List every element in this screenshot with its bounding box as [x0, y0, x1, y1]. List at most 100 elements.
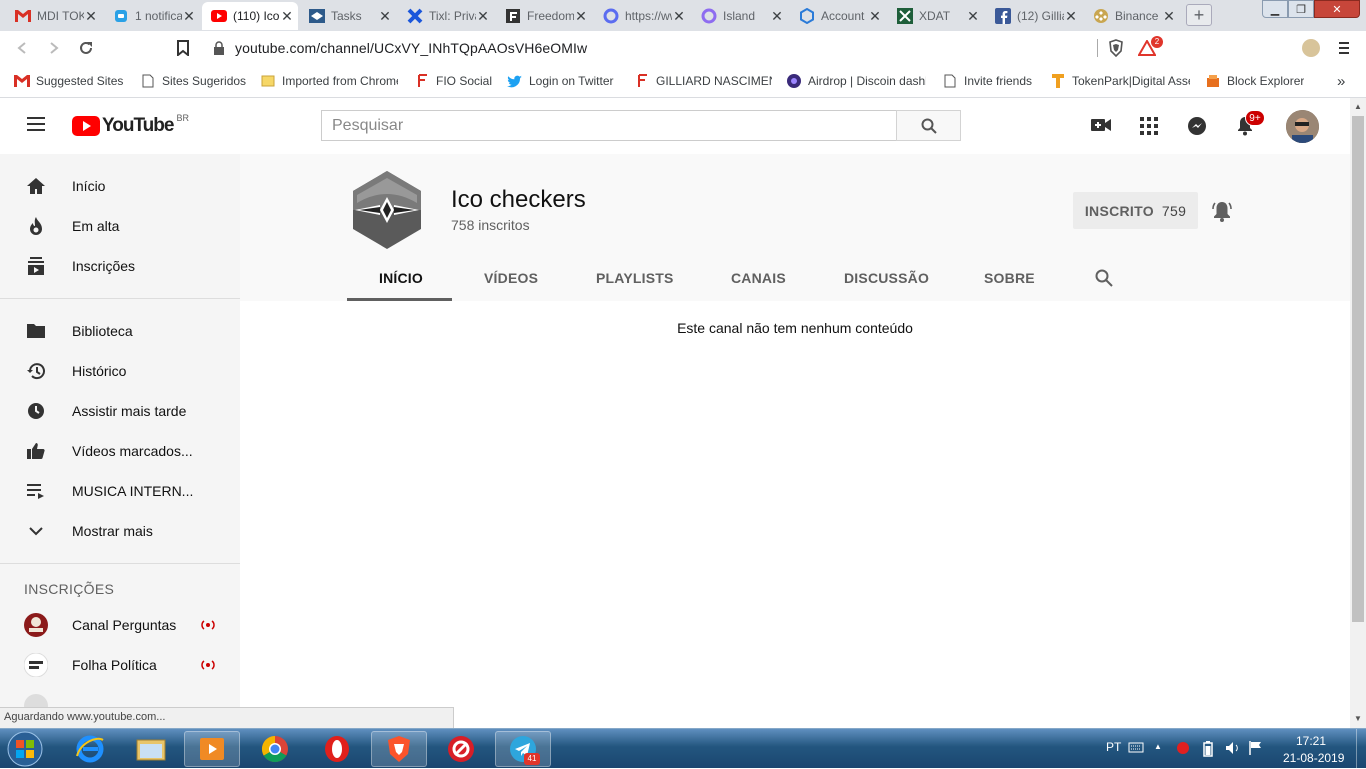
bookmark-item[interactable]: GILLIARD NASCIMENTO	[634, 71, 772, 91]
search-input[interactable]: Pesquisar	[321, 110, 897, 141]
tab-discussion[interactable]: DISCUSSÃO	[844, 270, 929, 286]
volume-icon[interactable]	[1225, 741, 1241, 755]
telegram-taskbar-button[interactable]	[495, 731, 551, 767]
browser-tab-active[interactable]: (110) Ico checkers✕	[202, 2, 298, 30]
record-icon[interactable]	[1176, 741, 1190, 755]
menu-kebab-icon[interactable]	[1335, 39, 1353, 57]
action-center-flag-icon[interactable]	[1248, 740, 1262, 756]
close-tab-icon[interactable]: ✕	[476, 8, 490, 25]
brave-taskbar-button[interactable]	[371, 731, 427, 767]
tab-playlists[interactable]: PLAYLISTS	[596, 270, 674, 286]
battery-icon[interactable]	[1202, 741, 1214, 757]
tab-home[interactable]: INÍCIO	[379, 270, 423, 286]
bookmark-item[interactable]: Login on Twitter	[507, 71, 614, 91]
close-tab-icon[interactable]: ✕	[770, 8, 784, 25]
create-video-icon[interactable]	[1091, 117, 1111, 133]
browser-tab[interactable]: Tixl: Private✕	[398, 2, 494, 30]
bookmark-item[interactable]: Airdrop | Discoin dashboard	[786, 71, 926, 91]
browser-tab[interactable]: https://www✕	[594, 2, 690, 30]
close-tab-icon[interactable]: ✕	[868, 8, 882, 25]
sidebar-item-history[interactable]: Histórico	[0, 351, 240, 391]
close-tab-icon[interactable]: ✕	[672, 8, 686, 25]
bookmark-icon[interactable]	[174, 39, 192, 57]
brave-shield-icon[interactable]	[1107, 39, 1125, 57]
bookmark-item[interactable]: Suggested Sites	[14, 71, 123, 91]
start-button[interactable]	[4, 731, 46, 767]
notification-bell-icon[interactable]	[1212, 200, 1232, 222]
bookmark-item[interactable]: FIO Social	[414, 71, 492, 91]
new-tab-button[interactable]: +	[1186, 4, 1212, 26]
browser-tab[interactable]: Tasks ✕	[300, 2, 396, 30]
apps-grid-icon[interactable]	[1140, 117, 1158, 135]
sidebar-item-watch-later[interactable]: Assistir mais tarde	[0, 391, 240, 431]
close-tab-icon[interactable]: ✕	[1162, 8, 1176, 25]
bookmark-item[interactable]: Block Explorer	[1205, 71, 1304, 91]
bookmarks-overflow-button[interactable]: »	[1337, 71, 1345, 91]
subscribed-button[interactable]: INSCRITO 759	[1073, 192, 1198, 229]
page-scrollbar[interactable]: ▲ ▼	[1350, 98, 1366, 728]
profile-avatar[interactable]	[1302, 39, 1320, 57]
scroll-down-arrow[interactable]: ▼	[1354, 714, 1362, 723]
tray-expand-icon[interactable]: ▲	[1154, 742, 1162, 751]
sidebar-item-show-more[interactable]: Mostrar mais	[0, 511, 240, 551]
browser-tab[interactable]: Island ✕	[692, 2, 788, 30]
close-tab-icon[interactable]: ✕	[378, 8, 392, 25]
scroll-up-arrow[interactable]: ▲	[1354, 102, 1362, 111]
show-desktop-button[interactable]	[1356, 729, 1366, 769]
app-taskbar-button[interactable]	[433, 731, 489, 767]
youtube-logo[interactable]: YouTube BR	[72, 113, 189, 137]
sidebar-item-subscriptions[interactable]: Inscrições	[0, 246, 240, 286]
browser-tab[interactable]: 1 notificação✕	[104, 2, 200, 30]
channel-search-icon[interactable]	[1095, 269, 1113, 287]
clock-date[interactable]: 21-08-2019	[1283, 751, 1344, 765]
tab-channels[interactable]: CANAIS	[731, 270, 786, 286]
channel-avatar-large[interactable]	[347, 170, 427, 250]
file-explorer-taskbar-button[interactable]	[123, 731, 179, 767]
tab-videos[interactable]: VÍDEOS	[484, 270, 538, 286]
opera-taskbar-button[interactable]	[309, 731, 365, 767]
forward-icon[interactable]	[45, 39, 63, 57]
browser-tab[interactable]: Account ✕	[790, 2, 886, 30]
browser-tab[interactable]: XDAT ✕	[888, 2, 984, 30]
back-icon[interactable]	[13, 39, 31, 57]
close-tab-icon[interactable]: ✕	[1064, 8, 1078, 25]
bookmark-item[interactable]: TokenPark|Digital Asset	[1050, 71, 1190, 91]
windows-logo-icon	[7, 731, 43, 767]
close-tab-icon[interactable]: ✕	[182, 8, 196, 25]
sidebar-item-home[interactable]: Início	[0, 166, 240, 206]
search-button[interactable]	[896, 110, 961, 141]
internet-explorer-taskbar-button[interactable]	[62, 731, 118, 767]
keyboard-icon[interactable]	[1128, 741, 1144, 753]
tab-about[interactable]: SOBRE	[984, 270, 1035, 286]
sidebar-item-playlist[interactable]: MUSICA INTERN...	[0, 471, 240, 511]
browser-tab[interactable]: Binance ✕	[1084, 2, 1180, 30]
sidebar-item-trending[interactable]: Em alta	[0, 206, 240, 246]
browser-tab[interactable]: Freedom ✕	[496, 2, 592, 30]
browser-tab[interactable]: MDI TOKEN✕	[6, 2, 102, 30]
bookmark-item[interactable]: Sites Sugeridos	[140, 71, 246, 91]
close-tab-icon[interactable]: ✕	[280, 8, 294, 25]
hamburger-menu-icon[interactable]	[26, 116, 46, 132]
bookmark-item[interactable]: Imported from Chrome	[260, 71, 398, 91]
scrollbar-thumb[interactable]	[1352, 116, 1364, 622]
clock-time[interactable]: 17:21	[1296, 734, 1326, 748]
language-indicator[interactable]: PT	[1106, 740, 1121, 754]
sidebar-subscription-item[interactable]: Canal Perguntas	[0, 605, 240, 645]
maximize-button[interactable]: ❐	[1288, 0, 1314, 18]
close-tab-icon[interactable]: ✕	[574, 8, 588, 25]
user-avatar[interactable]	[1286, 110, 1319, 143]
close-tab-icon[interactable]: ✕	[966, 8, 980, 25]
sidebar-subscription-item[interactable]: Folha Política	[0, 645, 240, 685]
address-bar[interactable]: youtube.com/channel/UCxVY_INhTQpAAOsVH6e…	[235, 40, 587, 56]
minimize-button[interactable]: ▁	[1262, 0, 1288, 18]
reload-icon[interactable]	[77, 39, 95, 57]
bookmark-item[interactable]: Invite friends	[942, 71, 1032, 91]
chrome-taskbar-button[interactable]	[247, 731, 303, 767]
sidebar-item-library[interactable]: Biblioteca	[0, 311, 240, 351]
messages-icon[interactable]	[1187, 116, 1207, 136]
media-player-taskbar-button[interactable]	[184, 731, 240, 767]
close-window-button[interactable]: ✕	[1314, 0, 1360, 18]
browser-tab[interactable]: (12) Gilliard✕	[986, 2, 1082, 30]
close-tab-icon[interactable]: ✕	[84, 8, 98, 25]
sidebar-item-liked-videos[interactable]: Vídeos marcados...	[0, 431, 240, 471]
